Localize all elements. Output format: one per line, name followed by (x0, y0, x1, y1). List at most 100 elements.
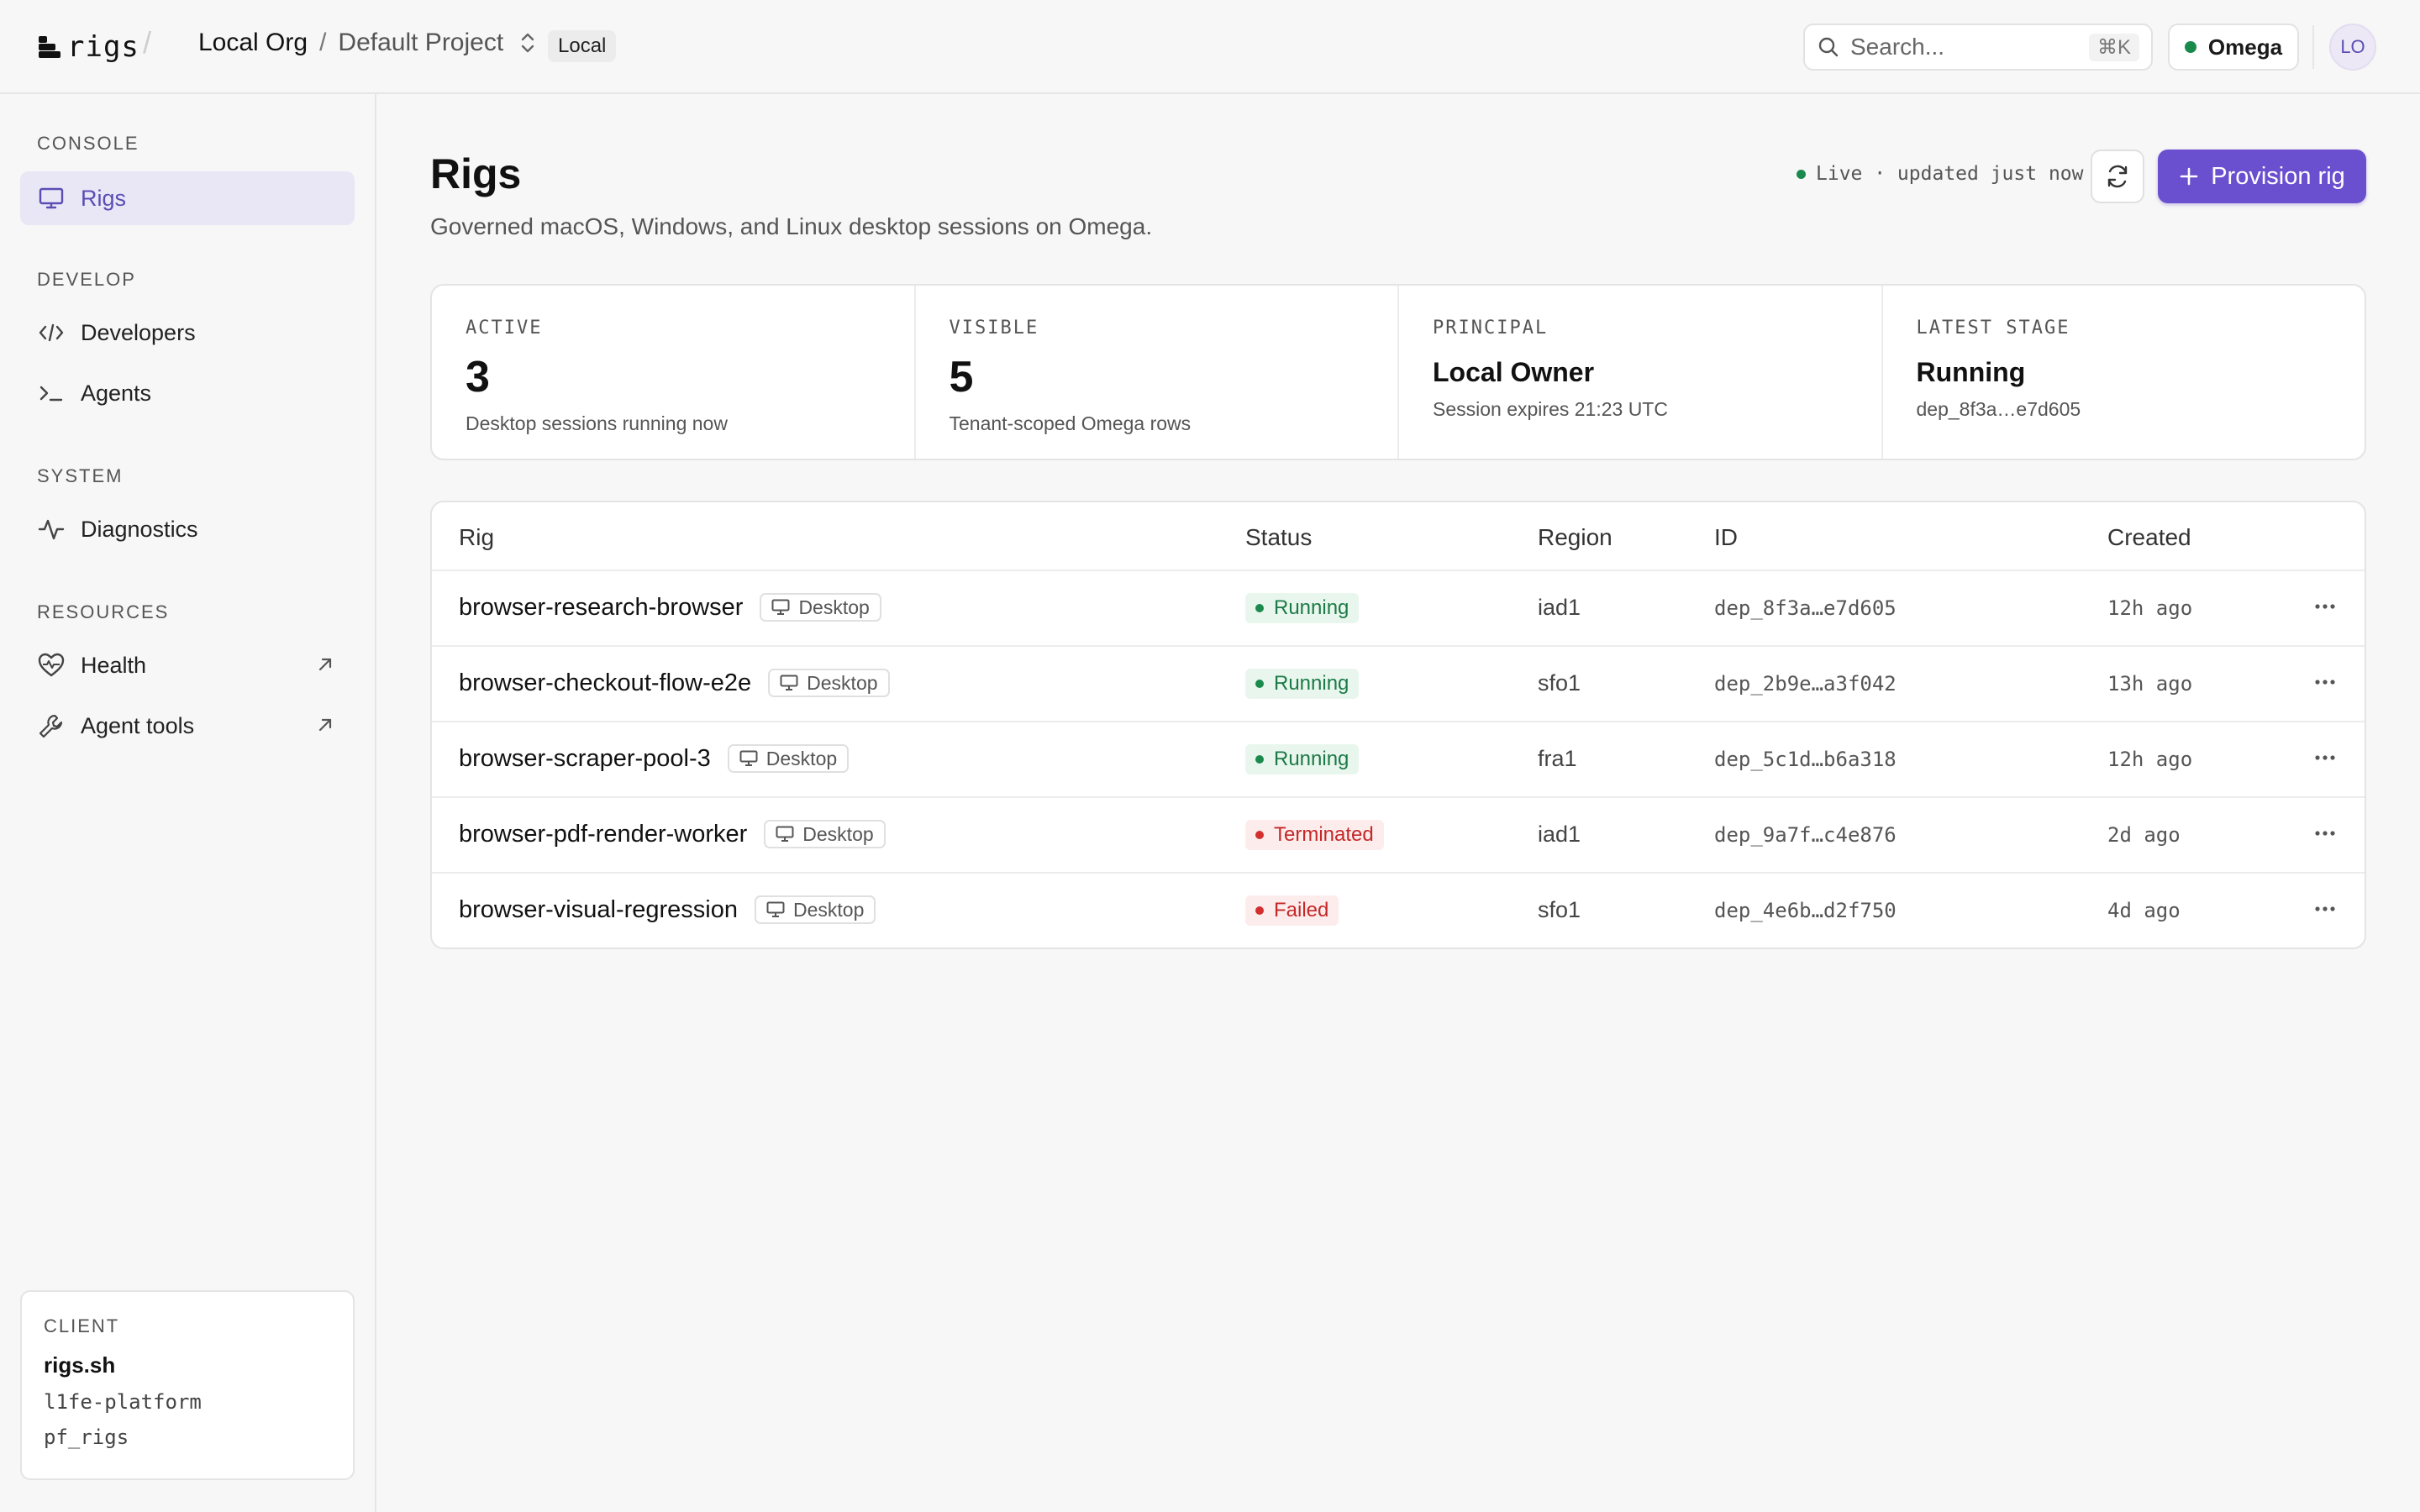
id-cell: dep_9a7f…c4e876 (1714, 823, 1897, 847)
logo-text: rigs (67, 30, 139, 64)
more-icon[interactable] (2314, 603, 2336, 610)
more-icon[interactable] (2314, 830, 2336, 837)
breadcrumb-separator: / (319, 29, 327, 56)
sidebar-item-developers[interactable]: Developers (20, 306, 355, 360)
avatar[interactable]: LO (2329, 24, 2376, 71)
status-cell: Running (1245, 744, 1360, 774)
org-name: Omega (2207, 34, 2283, 60)
logo-separator: / (143, 25, 152, 60)
status-label: Terminated (1274, 823, 1374, 846)
provision-rig-label: Provision rig (2211, 162, 2345, 190)
search-placeholder: Search... (1850, 34, 1945, 60)
stat-value: 3 (466, 353, 490, 402)
type-tag: Desktop (755, 895, 876, 924)
column-header-id[interactable]: ID (1714, 524, 1738, 551)
stat-label: PRINCIPAL (1433, 318, 1549, 339)
client-project: pf_rigs (44, 1425, 129, 1449)
id-cell: dep_2b9e…a3f042 (1714, 672, 1897, 696)
search-input[interactable]: Search... ⌘K (1803, 24, 2153, 71)
sidebar-item-diagnostics[interactable]: Diagnostics (20, 502, 355, 556)
sidebar-item-agents[interactable]: Agents (20, 366, 355, 420)
table-row[interactable]: browser-visual-regression Desktop Failed… (432, 874, 2365, 948)
heart-pulse-icon (37, 651, 66, 680)
monitor-icon (771, 599, 790, 615)
table-row[interactable]: browser-checkout-flow-e2e Desktop Runnin… (432, 647, 2365, 722)
status-label: Failed (1274, 899, 1329, 921)
sidebar-item-health[interactable]: Health (20, 638, 355, 692)
stats-panel: ACTIVE 3 Desktop sessions running now VI… (430, 284, 2366, 460)
sidebar-item-rigs[interactable]: Rigs (20, 171, 355, 225)
sidebar-item-label: Agents (81, 380, 152, 406)
status-dot (1255, 906, 1264, 915)
status-badge: Running (1245, 593, 1360, 623)
stat-note: Desktop sessions running now (466, 412, 728, 434)
status-badge: Running (1245, 744, 1360, 774)
section-label-console: CONSOLE (37, 133, 139, 154)
column-header-rig[interactable]: Rig (459, 524, 494, 551)
client-name: rigs.sh (44, 1352, 116, 1378)
rig-name-cell: browser-scraper-pool-3 Desktop (459, 744, 850, 773)
stat-latest-stage: LATEST STAGE Running dep_8f3a…e7d605 (1883, 286, 2365, 459)
refresh-icon (2107, 165, 2128, 188)
chevron-up-down-icon[interactable] (518, 31, 537, 55)
sidebar-item-label: Health (81, 652, 147, 678)
external-link-icon (318, 658, 332, 671)
type-label: Desktop (807, 671, 878, 694)
client-platform: l1fe-platform (44, 1390, 202, 1414)
monitor-icon (766, 901, 785, 917)
more-icon[interactable] (2314, 754, 2336, 761)
breadcrumb: Local Org / Default Project (198, 29, 537, 57)
more-icon[interactable] (2314, 906, 2336, 912)
rig-name[interactable]: browser-pdf-render-worker (459, 821, 747, 848)
plus-icon (2180, 167, 2198, 186)
page-subtitle: Governed macOS, Windows, and Linux deskt… (430, 213, 1153, 239)
created-cell: 4d ago (2107, 899, 2181, 922)
created-cell: 12h ago (2107, 596, 2193, 620)
table-row[interactable]: browser-pdf-render-worker Desktop Termin… (432, 798, 2365, 874)
refresh-button[interactable] (2091, 150, 2144, 203)
table-row[interactable]: browser-research-browser Desktop Running… (432, 571, 2365, 647)
status-cell: Running (1245, 669, 1360, 699)
status-badge: Running (1245, 669, 1360, 699)
page-title: Rigs (430, 150, 522, 197)
activity-icon (37, 515, 66, 543)
rig-name[interactable]: browser-scraper-pool-3 (459, 745, 711, 773)
stat-principal: PRINCIPAL Local Owner Session expires 21… (1399, 286, 1883, 459)
monitor-icon (37, 184, 66, 213)
breadcrumb-org[interactable]: Local Org (198, 29, 308, 57)
sidebar: CONSOLE Rigs DEVELOP Developers Agents S… (0, 94, 376, 1512)
table-row[interactable]: browser-scraper-pool-3 Desktop Running f… (432, 722, 2365, 798)
org-switcher[interactable]: Omega (2168, 24, 2299, 71)
sidebar-item-agent-tools[interactable]: Agent tools (20, 699, 355, 753)
rigs-logo-icon (39, 36, 60, 58)
status-badge: Failed (1245, 895, 1339, 926)
more-icon[interactable] (2314, 679, 2336, 685)
column-header-status[interactable]: Status (1245, 524, 1312, 551)
environment-badge: Local (548, 30, 617, 62)
sidebar-item-label: Agent tools (81, 712, 195, 738)
breadcrumb-project[interactable]: Default Project (338, 29, 503, 57)
rigs-table: Rig Status Region ID Created browser-res… (430, 501, 2366, 949)
column-header-region[interactable]: Region (1538, 524, 1612, 551)
type-label: Desktop (802, 822, 874, 845)
stat-value: 5 (949, 353, 974, 402)
org-status-dot (2184, 41, 2196, 53)
status-dot (1255, 831, 1264, 839)
created-cell: 2d ago (2107, 823, 2181, 847)
monitor-icon (739, 750, 758, 766)
column-header-created[interactable]: Created (2107, 524, 2191, 551)
rig-name[interactable]: browser-checkout-flow-e2e (459, 669, 751, 697)
created-cell: 13h ago (2107, 672, 2193, 696)
status-cell: Failed (1245, 895, 1339, 926)
wrench-icon (37, 711, 66, 740)
provision-rig-button[interactable]: Provision rig (2158, 150, 2366, 203)
rig-name[interactable]: browser-research-browser (459, 594, 743, 622)
id-cell: dep_8f3a…e7d605 (1714, 596, 1897, 620)
type-label: Desktop (793, 898, 865, 921)
stat-value: Running (1916, 357, 2026, 387)
rig-name[interactable]: browser-visual-regression (459, 896, 738, 924)
type-tag: Desktop (764, 820, 886, 848)
topbar-divider (2312, 25, 2314, 69)
type-tag: Desktop (768, 669, 890, 697)
app-logo[interactable]: rigs (37, 30, 139, 64)
